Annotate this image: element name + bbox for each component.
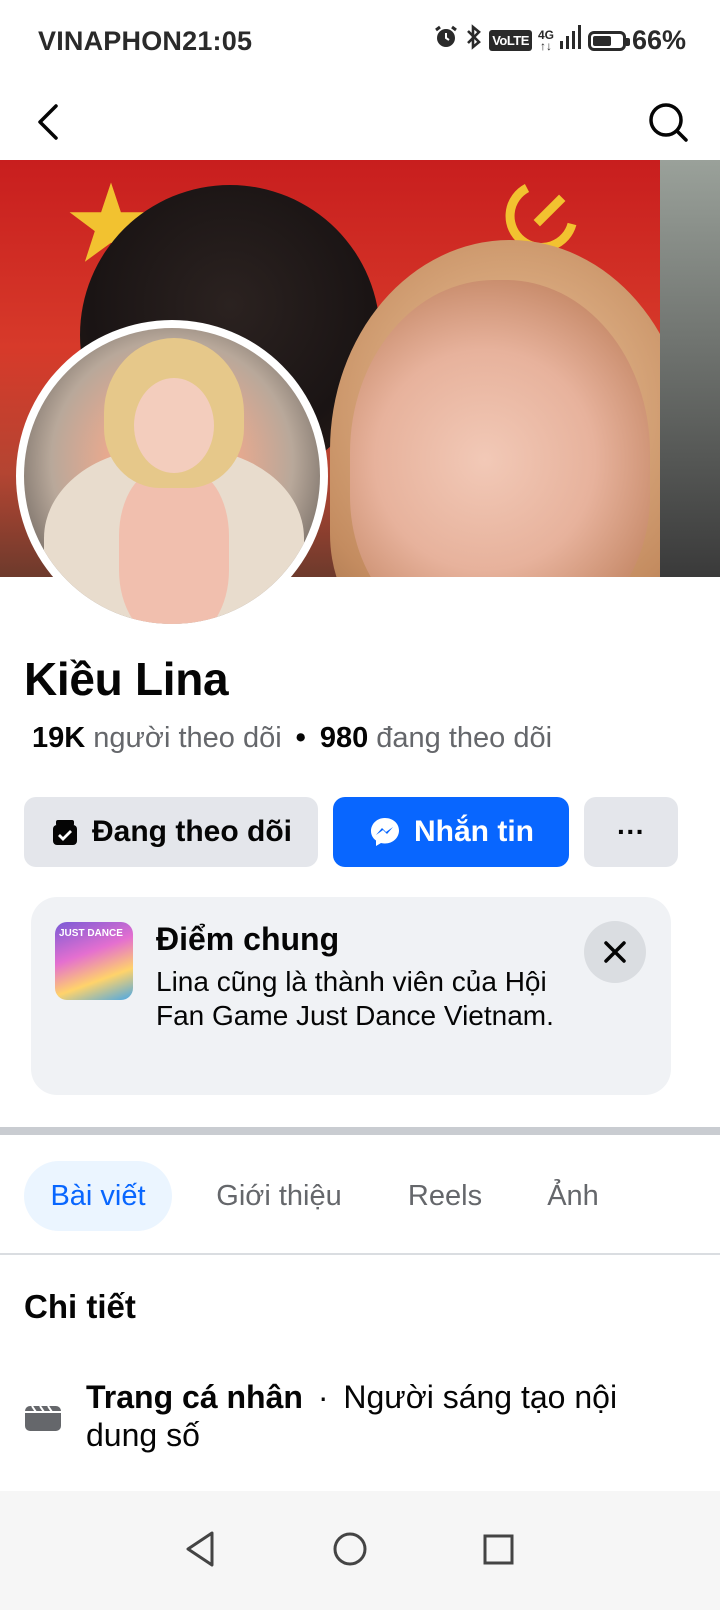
profile-picture[interactable] <box>16 320 328 632</box>
battery-percent: 66% <box>631 25 686 55</box>
search-button[interactable] <box>640 94 696 150</box>
page-type-icon <box>25 1405 61 1431</box>
status-bar: VINAPHON21:05 VoLTE 4G ↑↓ 66% <box>0 0 720 84</box>
back-button[interactable] <box>28 94 84 150</box>
status-right: VoLTE 4G ↑↓ 66% <box>433 24 686 57</box>
cover-background <box>660 160 720 577</box>
system-home-button[interactable] <box>320 1519 380 1579</box>
status-left: VINAPHON21:05 <box>38 26 252 57</box>
message-button-label: Nhắn tin <box>414 815 534 848</box>
mutual-info-card[interactable]: JUST DANCE Điểm chung Lina cũng là thành… <box>31 897 671 1095</box>
tab-about[interactable]: Giới thiệu <box>196 1161 362 1231</box>
avatar <box>24 328 320 624</box>
mutual-title: Điểm chung <box>156 921 340 957</box>
followers-count[interactable]: 19K <box>32 722 85 754</box>
following-count[interactable]: 980 <box>320 722 368 754</box>
search-icon <box>649 103 688 142</box>
following-check-icon <box>53 820 77 845</box>
battery-level <box>592 35 612 46</box>
close-icon <box>604 941 626 963</box>
profile-name: Kiều Lina <box>24 653 229 705</box>
signal-icon <box>559 25 582 56</box>
square-recents-icon <box>483 1534 514 1565</box>
tab-posts[interactable]: Bài viết <box>24 1161 172 1231</box>
message-button[interactable]: Nhắn tin <box>333 797 569 867</box>
system-back-button[interactable] <box>170 1519 230 1579</box>
group-thumbnail: JUST DANCE <box>55 922 133 1000</box>
following-label[interactable]: đang theo dõi <box>376 722 552 754</box>
carrier-name: VINAPHON <box>38 26 183 56</box>
following-button[interactable]: Đang theo dõi <box>24 797 318 867</box>
close-button[interactable] <box>584 921 646 983</box>
following-button-label: Đang theo dõi <box>92 815 292 848</box>
alarm-icon <box>433 24 459 57</box>
messenger-icon <box>371 818 399 846</box>
mutual-description: Lina cũng là thành viên của Hội Fan Game… <box>156 966 554 1031</box>
details-heading: Chi tiết <box>24 1288 136 1325</box>
page-type-label: Trang cá nhân <box>86 1379 303 1415</box>
battery-icon <box>587 30 630 51</box>
clock: 21:05 <box>182 26 253 56</box>
circle-home-icon <box>333 1532 367 1566</box>
follow-stats: 19K người theo dõi • 980 đang theo dõi <box>32 722 552 755</box>
triangle-back-icon <box>186 1531 214 1567</box>
followers-label[interactable]: người theo dõi <box>93 722 281 754</box>
bluetooth-icon <box>465 24 483 57</box>
top-nav <box>0 84 720 160</box>
separator-dot: • <box>295 722 306 754</box>
network-type: 4G ↑↓ <box>537 27 554 53</box>
volte-icon: VoLTE <box>489 30 532 51</box>
section-divider <box>0 1127 720 1135</box>
chevron-left-icon <box>38 104 58 140</box>
system-nav-bar <box>0 1491 720 1610</box>
more-options-button[interactable]: ··· <box>584 797 678 867</box>
tab-photos[interactable]: Ảnh <box>528 1161 618 1231</box>
system-recents-button[interactable] <box>468 1519 528 1579</box>
tab-reels[interactable]: Reels <box>392 1161 498 1231</box>
more-icon: ··· <box>617 816 645 847</box>
tabs-divider <box>0 1253 720 1255</box>
